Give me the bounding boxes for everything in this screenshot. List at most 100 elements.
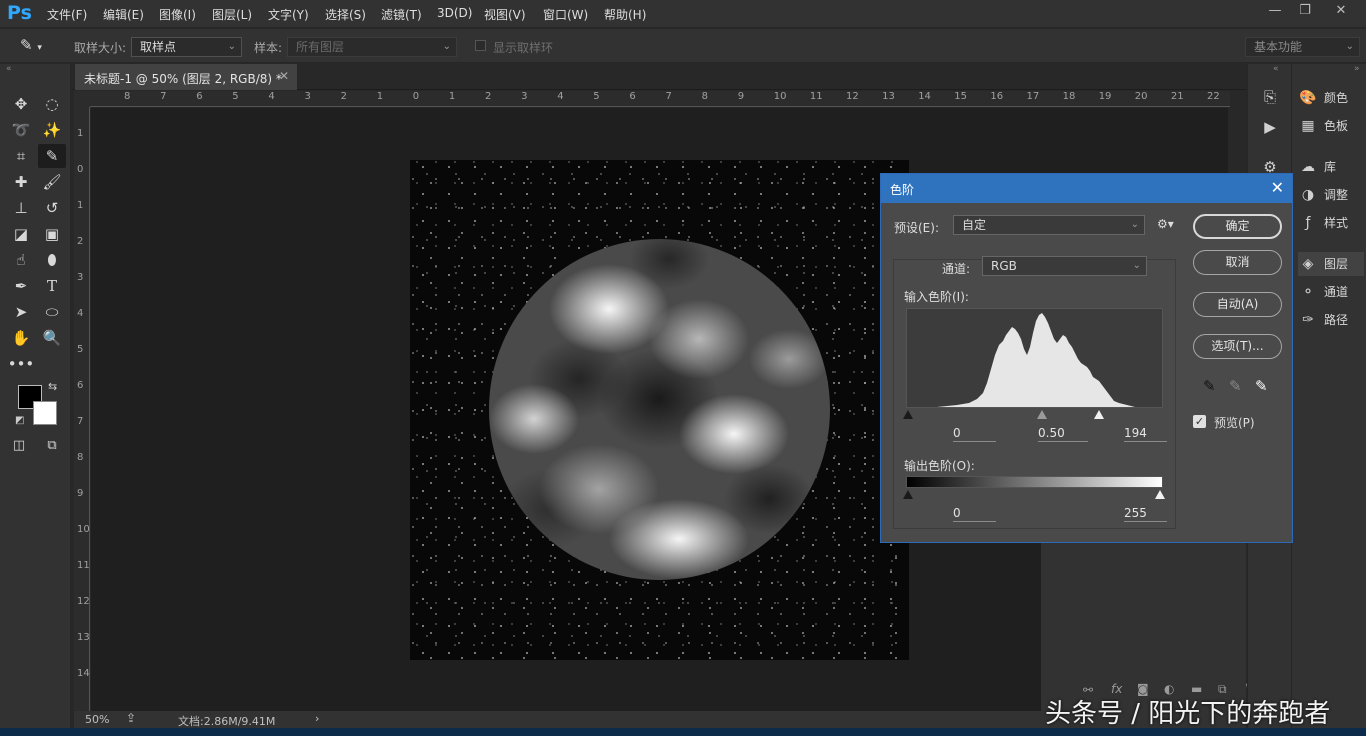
menu-window[interactable]: 窗口(W) — [543, 6, 588, 23]
workspace-select[interactable]: 基本功能 ⌄ — [1245, 37, 1360, 57]
output-white-slider[interactable] — [1155, 490, 1165, 499]
white-point-eyedropper-icon[interactable]: ✎ — [1255, 377, 1268, 395]
menu-layer[interactable]: 图层(L) — [212, 6, 252, 23]
input-gamma-slider[interactable] — [1037, 410, 1047, 419]
ruler-origin[interactable] — [74, 91, 90, 107]
black-point-eyedropper-icon[interactable]: ✎ — [1203, 377, 1216, 395]
channel-select[interactable]: RGB ⌄ — [982, 256, 1147, 276]
preset-select[interactable]: 自定 ⌄ — [953, 215, 1145, 235]
zoom-tool-icon[interactable]: 🔍 — [38, 326, 66, 350]
input-black-field[interactable]: 0 — [953, 426, 996, 442]
panel-swatches[interactable]: ▦ 色板 — [1298, 114, 1364, 138]
close-button[interactable]: ✕ — [1326, 0, 1356, 22]
ruler-top-tick-label: 7 — [665, 91, 672, 102]
magic-wand-tool-icon[interactable]: ✨ — [38, 118, 66, 142]
gray-point-eyedropper-icon[interactable]: ✎ — [1229, 377, 1242, 395]
panel-libraries[interactable]: ☁ 库 — [1298, 155, 1364, 179]
menu-select[interactable]: 选择(S) — [325, 6, 366, 23]
dodge-tool-icon[interactable]: ⬮ — [38, 248, 66, 272]
panel-color[interactable]: 🎨 颜色 — [1298, 86, 1364, 110]
gradient-tool-icon[interactable]: ▣ — [38, 222, 66, 246]
menu-filter[interactable]: 滤镜(T) — [381, 6, 422, 23]
path-selection-tool-icon[interactable]: ➤ — [7, 300, 35, 324]
panel-layers-label: 图层 — [1324, 257, 1349, 271]
ruler-left-tick-label: 9 — [77, 488, 84, 499]
clone-stamp-tool-icon[interactable]: ⊥ — [7, 196, 35, 220]
ellipse-tool-icon[interactable]: ⬭ — [38, 300, 66, 324]
menu-help[interactable]: 帮助(H) — [604, 6, 646, 23]
cancel-button[interactable]: 取消 — [1193, 250, 1282, 275]
dialog-titlebar[interactable]: 色阶 ✕ — [881, 174, 1292, 203]
output-white-field[interactable]: 255 — [1124, 506, 1167, 522]
history-brush-tool-icon[interactable]: ↺ — [38, 196, 66, 220]
levels-dialog: 色阶 ✕ 预设(E): 自定 ⌄ ⚙▾ 通道: RGB ⌄ 输入色阶(I): 0 0… — [880, 173, 1293, 543]
input-black-slider[interactable] — [903, 410, 913, 419]
hand-tool-icon[interactable]: ✋ — [7, 326, 35, 350]
minimize-button[interactable]: — — [1260, 0, 1290, 22]
options-bar: ✎ ▾ 取样大小: 取样点 ⌄ 样本: 所有图层 ⌄ 显示取样环 基本功能 ⌄ — [0, 28, 1366, 63]
dialog-close-icon[interactable]: ✕ — [1271, 178, 1284, 197]
history-icon[interactable]: ⎘ — [1259, 86, 1281, 108]
menu-edit[interactable]: 编辑(E) — [103, 6, 144, 23]
panel-styles[interactable]: ƒ 样式 — [1298, 211, 1364, 235]
edit-toolbar-icon[interactable]: ••• — [7, 352, 35, 376]
type-tool-icon[interactable]: T — [38, 274, 66, 298]
default-colors-icon[interactable]: ◩ — [15, 415, 24, 426]
sample-size-select[interactable]: 取样点 ⌄ — [131, 37, 242, 57]
output-black-slider[interactable] — [903, 490, 913, 499]
quick-mask-icon[interactable]: ◫ — [5, 434, 33, 458]
panel-layers[interactable]: ◈ 图层 — [1298, 252, 1364, 276]
horizontal-ruler[interactable]: 8 7 6 5 4 3 2 1 0 1 2 3 4 5 6 7 8 9 10 11 12 13 14 15 16 17 18 19 20… — [90, 91, 1230, 107]
show-ring-checkbox[interactable] — [475, 40, 486, 51]
pen-tool-icon[interactable]: ✒ — [7, 274, 35, 298]
output-black-field[interactable]: 0 — [953, 506, 996, 522]
collapse-dock-icon[interactable]: » — [1354, 64, 1360, 74]
preset-options-gear-icon[interactable]: ⚙▾ — [1157, 217, 1174, 231]
ruler-top-tick-label: 8 — [124, 91, 131, 102]
crop-tool-icon[interactable]: ⌗ — [7, 144, 35, 168]
panel-paths[interactable]: ✑ 路径 — [1298, 308, 1364, 332]
preview-checkbox[interactable]: ✓ — [1193, 415, 1206, 428]
zoom-level[interactable]: 50% — [85, 713, 109, 726]
smudge-tool-icon[interactable]: ☝ — [7, 248, 35, 272]
screen-mode-icon[interactable]: ⧉ — [38, 434, 66, 458]
sample-select[interactable]: 所有图层 ⌄ — [287, 37, 457, 57]
eraser-tool-icon[interactable]: ◪ — [7, 222, 35, 246]
share-icon[interactable]: ⇪ — [126, 711, 136, 725]
healing-brush-tool-icon[interactable]: ✚ — [7, 170, 35, 194]
marquee-tool-icon[interactable]: ◌ — [38, 92, 66, 116]
background-color-swatch[interactable] — [33, 401, 57, 425]
menu-file[interactable]: 文件(F) — [47, 6, 87, 23]
collapse-arrows-icon[interactable]: « — [6, 64, 12, 74]
auto-button[interactable]: 自动(A) — [1193, 292, 1282, 317]
eyedropper-tool-icon[interactable]: ✎ — [38, 144, 66, 168]
menu-view[interactable]: 视图(V) — [484, 6, 526, 23]
move-tool-icon[interactable]: ✥ — [7, 92, 35, 116]
ok-button[interactable]: 确定 — [1193, 214, 1282, 239]
menu-type[interactable]: 文字(Y) — [268, 6, 309, 23]
restore-button[interactable]: ❐ — [1290, 0, 1320, 22]
panel-channels[interactable]: ⚬ 通道 — [1298, 280, 1364, 304]
status-menu-arrow-icon[interactable]: › — [315, 712, 319, 725]
ruler-left-tick-label: 0 — [77, 164, 84, 175]
layers-panel-area: ⚯ fx ◙ ◐ ▬ ⧉ 🗑 — [1041, 536, 1259, 711]
vertical-ruler[interactable]: 1 0 1 2 3 4 5 6 7 8 9 10 11 12 13 14 — [74, 107, 90, 711]
expand-arrows-icon[interactable]: « — [1273, 64, 1279, 74]
input-white-field[interactable]: 194 — [1124, 426, 1167, 442]
eyedropper-tool-preset-icon[interactable]: ✎ ▾ — [20, 36, 42, 54]
brush-tool-icon[interactable]: 🖌 — [38, 170, 66, 194]
swap-colors-icon[interactable]: ⇆ — [48, 380, 57, 393]
options-button[interactable]: 选项(T)... — [1193, 334, 1282, 359]
lasso-tool-icon[interactable]: ➰ — [7, 118, 35, 142]
workspace-value: 基本功能 — [1254, 40, 1303, 54]
actions-play-icon[interactable]: ▶ — [1259, 116, 1281, 138]
input-white-slider[interactable] — [1094, 410, 1104, 419]
close-tab-icon[interactable]: ✕ — [279, 69, 289, 83]
ruler-top-tick-label: 1 — [376, 91, 384, 102]
input-gamma-field[interactable]: 0.50 — [1038, 426, 1088, 442]
menu-3d[interactable]: 3D(D) — [437, 6, 472, 20]
menu-image[interactable]: 图像(I) — [159, 6, 196, 23]
panel-adjustments[interactable]: ◑ 调整 — [1298, 183, 1364, 207]
panel-channels-label: 通道 — [1324, 285, 1349, 299]
document-tab[interactable]: 未标题-1 @ 50% (图层 2, RGB/8) * ✕ — [75, 64, 297, 90]
